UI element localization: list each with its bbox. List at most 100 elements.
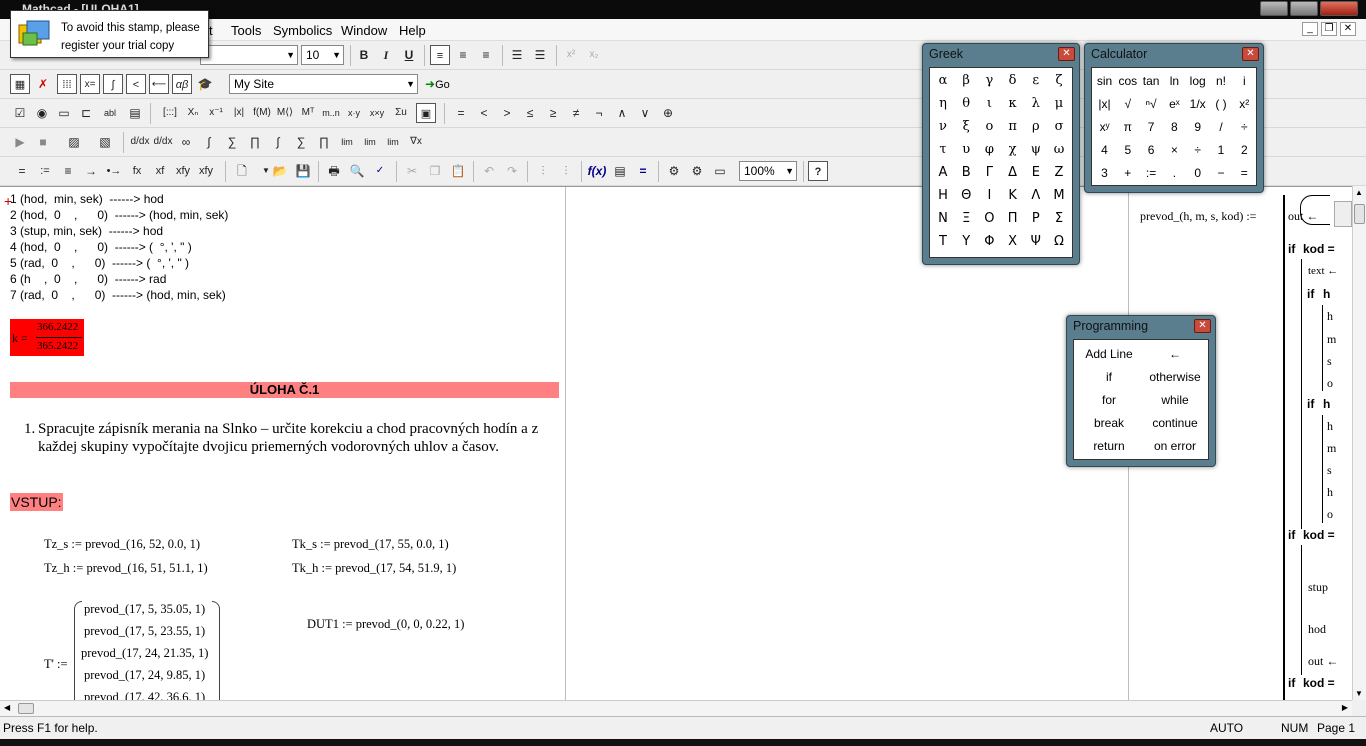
programming-operator-button[interactable]: while [1142, 389, 1208, 411]
horizontal-scrollbar[interactable]: ◀ ▶ [0, 700, 1352, 716]
greek-letter-button[interactable]: β [955, 70, 977, 92]
t-matrix-row[interactable]: prevod_(17, 24, 9.85, 1) [84, 668, 205, 683]
programming-operator-button[interactable]: return [1076, 435, 1142, 457]
greek-letter-button[interactable]: Ρ [1025, 208, 1047, 230]
greek-letter-button[interactable]: υ [955, 139, 977, 161]
programming-operator-button[interactable]: otherwise [1142, 366, 1208, 388]
equation-tk-h[interactable]: Tk_h := prevod_(17, 54, 51.9, 1) [292, 561, 456, 576]
copy-icon[interactable]: ❐ [425, 161, 445, 181]
calculator-key-button[interactable]: := [1140, 162, 1163, 184]
programming-operator-button[interactable]: for [1076, 389, 1142, 411]
matrix-symbol-0[interactable]: [:::] [160, 103, 180, 123]
greek-close-button[interactable]: ✕ [1058, 47, 1075, 61]
greek-letter-button[interactable]: μ [1048, 93, 1070, 115]
greek-letter-button[interactable]: Μ [1048, 185, 1070, 207]
programming-palette[interactable]: Programming ✕ Add Line ← if otherwise for whil… [1066, 315, 1216, 467]
eval-symbol-0[interactable]: = [12, 161, 32, 181]
calculator-key-button[interactable]: . [1163, 162, 1186, 184]
greek-letter-button[interactable]: Ο [978, 208, 1000, 230]
eval-symbol-6[interactable]: xf [150, 161, 170, 181]
scroll-down-arrow[interactable]: ▼ [1355, 689, 1363, 698]
greek-letter-button[interactable]: Ξ [955, 208, 977, 230]
calculator-key-button[interactable]: ÷ [1186, 139, 1209, 161]
help-icon[interactable]: ? [808, 161, 828, 181]
vertical-scroll-thumb[interactable] [1354, 204, 1365, 224]
matrix-symbol-7[interactable]: m..n [321, 103, 341, 123]
spell-check-icon[interactable]: ✓ [370, 161, 390, 181]
vertical-scrollbar[interactable]: ▲ ▼ [1352, 186, 1366, 700]
greek-letter-button[interactable]: χ [1002, 139, 1024, 161]
greek-letter-button[interactable]: σ [1048, 116, 1070, 138]
logic-and-button[interactable]: ∧ [612, 103, 632, 123]
play-icon[interactable]: ▶ [10, 132, 30, 152]
eval-symbol-7[interactable]: xfy [173, 161, 193, 181]
calculus-toolbar-icon[interactable]: ∫ [103, 74, 123, 94]
programming-operator-button[interactable]: on error [1142, 435, 1208, 457]
insert-unit-icon[interactable]: ▤ [610, 161, 630, 181]
slider-tool-icon[interactable]: ▭ [54, 103, 74, 123]
doc-restore-button[interactable]: ❐ [1321, 22, 1337, 36]
graph-toolbar-icon[interactable]: ✗ [33, 74, 53, 94]
calculator-palette[interactable]: Calculator ✕ sin cos tan ln log n! i |x| √ ⁿ√ eˣ 1/x… [1084, 43, 1264, 193]
insert-function-icon[interactable]: f(x) [587, 161, 607, 181]
greek-letter-button[interactable]: η [932, 93, 954, 115]
calculator-key-button[interactable]: n! [1210, 70, 1233, 92]
greek-letter-button[interactable]: Χ [1002, 231, 1024, 253]
scroll-left-arrow[interactable]: ◀ [4, 703, 10, 712]
textbox-tool-icon[interactable]: ⊏ [76, 103, 96, 123]
greek-letter-button[interactable]: δ [1002, 70, 1024, 92]
greek-letter-button[interactable]: Σ [1048, 208, 1070, 230]
calculus-symbol-1[interactable]: d/dx [153, 132, 173, 152]
eval-symbol-5[interactable]: fx [127, 161, 147, 181]
calculator-key-button[interactable]: tan [1140, 70, 1163, 92]
greek-letter-button[interactable]: α [932, 70, 954, 92]
calculator-key-button[interactable]: × [1163, 139, 1186, 161]
calculator-key-button[interactable]: eˣ [1163, 93, 1186, 115]
menu-window[interactable]: Window [341, 23, 387, 38]
compare-less-button[interactable]: < [474, 103, 494, 123]
programming-operator-button[interactable]: continue [1142, 412, 1208, 434]
menu-help[interactable]: Help [399, 23, 426, 38]
calculator-key-button[interactable]: xʸ [1093, 116, 1116, 138]
calculus-symbol-12[interactable]: ∇x [406, 132, 426, 152]
logic-xor-button[interactable]: ⊕ [658, 103, 678, 123]
programming-close-button[interactable]: ✕ [1194, 319, 1211, 333]
matrix-toolbar-icon[interactable]: ⁞⁞⁞ [57, 74, 77, 94]
trace-icon[interactable]: ▨ [64, 132, 84, 152]
greek-letter-button[interactable]: λ [1025, 93, 1047, 115]
calculator-key-button[interactable]: = [1233, 162, 1256, 184]
greek-letter-button[interactable]: Π [1002, 208, 1024, 230]
calculator-key-button[interactable]: 8 [1163, 116, 1186, 138]
calculator-key-button[interactable]: + [1116, 162, 1139, 184]
font-combo[interactable]: ▼ [200, 45, 298, 65]
compare-equal-button[interactable]: = [451, 103, 471, 123]
compare-ne-button[interactable]: ≠ [566, 103, 586, 123]
greek-palette[interactable]: Greek ✕ αβγδεζ ηθικλμ νξοπρσ τυφχψω ΑΒΓΔΕΖ ΗΘΙ… [922, 43, 1080, 265]
greek-letter-button[interactable]: γ [978, 70, 1000, 92]
calculator-key-button[interactable]: ⁿ√ [1140, 93, 1163, 115]
greek-letter-button[interactable]: Κ [1002, 185, 1024, 207]
superscript-button[interactable]: x² [561, 45, 581, 65]
calculator-key-button[interactable]: 4 [1093, 139, 1116, 161]
numbering-button[interactable]: ☰ [530, 45, 550, 65]
programming-operator-button[interactable]: ← [1142, 343, 1208, 365]
resources-combo[interactable]: My Site ▼ [229, 74, 418, 94]
matrix-symbol-8[interactable]: x·y [344, 103, 364, 123]
t-matrix-row[interactable]: prevod_(17, 5, 23.55, 1) [84, 624, 205, 639]
debug-icon[interactable]: ▧ [95, 132, 115, 152]
programming-toolbar-icon[interactable]: ⟵ [149, 74, 169, 94]
form-tool-icon[interactable]: ▤ [125, 103, 145, 123]
go-button[interactable]: ➜Go [425, 74, 461, 94]
scroll-up-arrow[interactable]: ▲ [1355, 188, 1363, 197]
greek-letter-button[interactable]: ξ [955, 116, 977, 138]
open-folder-icon[interactable]: 📂 [270, 161, 290, 181]
calculator-key-button[interactable]: 3 [1093, 162, 1116, 184]
calculator-key-button[interactable]: 5 [1116, 139, 1139, 161]
calculator-toolbar-icon[interactable]: ▦ [10, 74, 30, 94]
calculus-symbol-0[interactable]: d/dx [130, 132, 150, 152]
calculus-symbol-11[interactable]: lim [383, 132, 403, 152]
calculator-key-button[interactable]: sin [1093, 70, 1116, 92]
greek-letter-button[interactable]: Ω [1048, 231, 1070, 253]
print-preview-icon[interactable]: 🔍 [347, 161, 367, 181]
calculus-symbol-10[interactable]: lim [360, 132, 380, 152]
